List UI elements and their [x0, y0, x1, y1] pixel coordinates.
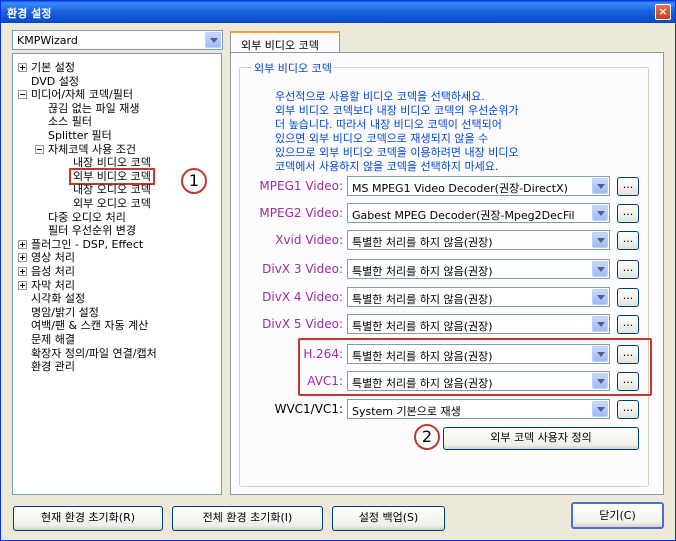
- tree-item[interactable]: 외부 비디오 코덱: [69, 167, 155, 185]
- tree-item[interactable]: 기본 설정: [31, 61, 75, 74]
- expand-plus-icon[interactable]: [18, 280, 27, 290]
- codec-options-button[interactable]: ...: [617, 231, 639, 250]
- codec-options-button[interactable]: ...: [617, 260, 639, 279]
- tree-item[interactable]: 문제 해결: [31, 333, 75, 346]
- codec-select[interactable]: System 기본으로 재생: [347, 399, 610, 419]
- group-description: 우선적으로 사용할 비디오 코덱을 선택하세요. 외부 비디오 코덱보다 내장 …: [275, 90, 519, 173]
- expand-plus-icon[interactable]: [18, 267, 27, 276]
- chevron-down-icon[interactable]: [592, 205, 608, 221]
- reset-current-button[interactable]: 현재 환경 초기화(R): [13, 506, 163, 531]
- codec-select-value: 특별한 처리를 하지 않음(권장): [352, 265, 493, 278]
- settings-tree[interactable]: 기본 설정 DVD 설정 미디어/자체 코덱/필터 끊김 없는 파일 재생 소스 필터 S…: [12, 53, 222, 495]
- tree-item[interactable]: 명암/밝기 설정: [31, 306, 99, 319]
- chevron-down-icon[interactable]: [592, 401, 608, 417]
- codec-label: MPEG2 Video:: [259, 206, 343, 220]
- expand-plus-icon[interactable]: [18, 63, 27, 72]
- group-title: 외부 비디오 코덱: [252, 60, 334, 76]
- codec-options-button[interactable]: ...: [617, 288, 639, 307]
- codec-label: WVC1/VC1:: [274, 402, 343, 416]
- codec-label: DivX 4 Video:: [262, 290, 343, 304]
- window-title: 환경 설정: [7, 7, 52, 20]
- codec-label: DivX 5 Video:: [262, 317, 343, 331]
- tree-item[interactable]: 다중 오디오 처리: [48, 211, 126, 224]
- backup-button[interactable]: 설정 백업(S): [332, 506, 445, 531]
- collapse-minus-icon[interactable]: [18, 90, 27, 100]
- codec-select[interactable]: 특별한 처리를 하지 않음(권장): [347, 259, 610, 279]
- custom-codec-button[interactable]: 외부 코덱 사용자 정의: [443, 427, 639, 450]
- skin-select-value: KMPWizard: [17, 34, 78, 47]
- tree-item[interactable]: 여백/팬 & 스캔 자동 계산: [31, 319, 148, 332]
- tree-item[interactable]: 내장 오디오 코덱: [73, 183, 151, 196]
- codec-select[interactable]: 특별한 처리를 하지 않음(권장): [347, 287, 610, 307]
- settings-window: 환경 설정 × KMPWizard 기본 설정 DVD 설정 미디어/자체 코덱/필…: [0, 0, 676, 541]
- skin-select[interactable]: KMPWizard: [12, 30, 223, 50]
- codec-select-value: Gabest MPEG Decoder(권장-Mpeg2DecFil: [352, 209, 575, 222]
- codec-select[interactable]: MS MPEG1 Video Decoder(권장-DirectX): [347, 176, 610, 196]
- codec-label: DivX 3 Video:: [262, 262, 343, 276]
- tree-item[interactable]: 외부 오디오 코덱: [73, 197, 151, 210]
- tree-item[interactable]: DVD 설정: [31, 75, 79, 88]
- h264-avc1-highlight: [298, 338, 652, 396]
- codec-select[interactable]: 특별한 처리를 하지 않음(권장): [347, 230, 610, 250]
- chevron-down-icon[interactable]: [592, 232, 608, 248]
- codec-options-button[interactable]: ...: [617, 315, 639, 334]
- chevron-down-icon[interactable]: [592, 316, 608, 332]
- codec-select[interactable]: Gabest MPEG Decoder(권장-Mpeg2DecFil: [347, 203, 610, 223]
- tab-label: 외부 비디오 코덱: [241, 39, 319, 52]
- codec-label: MPEG1 Video:: [259, 179, 343, 193]
- close-window-button[interactable]: ×: [655, 4, 671, 20]
- tree-item[interactable]: 미디어/자체 코덱/필터: [31, 88, 133, 101]
- codec-options-button[interactable]: ...: [617, 204, 639, 223]
- codec-label: Xvid Video:: [275, 233, 343, 247]
- tree-item[interactable]: Splitter 필터: [48, 129, 112, 142]
- expand-plus-icon[interactable]: [18, 253, 27, 263]
- expand-plus-icon[interactable]: [18, 239, 27, 249]
- tree-item[interactable]: 시각화 설정: [31, 292, 85, 305]
- tree-item[interactable]: 확장자 정의/파일 연결/캡처: [31, 347, 157, 360]
- tree-item[interactable]: 소스 필터: [48, 115, 92, 128]
- tree-item[interactable]: 자체코덱 사용 조건: [48, 143, 136, 156]
- codec-options-button[interactable]: ...: [617, 177, 639, 196]
- chevron-down-icon[interactable]: [205, 32, 221, 48]
- codec-select-value: 특별한 처리를 하지 않음(권장): [352, 320, 493, 333]
- chevron-down-icon[interactable]: [592, 261, 608, 277]
- tree-item[interactable]: 자막 처리: [31, 279, 75, 292]
- tree-item[interactable]: 끊김 없는 파일 재생: [48, 102, 139, 115]
- codec-select-value: 특별한 처리를 하지 않음(권장): [352, 236, 493, 249]
- codec-select-value: 특별한 처리를 하지 않음(권장): [352, 293, 493, 306]
- reset-all-button[interactable]: 전체 환경 초기화(I): [172, 506, 323, 531]
- tree-item[interactable]: 필터 우선순위 변경: [48, 224, 136, 237]
- codec-select[interactable]: 특별한 처리를 하지 않음(권장): [347, 314, 610, 334]
- tree-item[interactable]: 음성 처리: [31, 265, 75, 278]
- chevron-down-icon[interactable]: [592, 178, 608, 194]
- codec-select-value: MS MPEG1 Video Decoder(권장-DirectX): [352, 182, 568, 195]
- codec-select-value: System 기본으로 재생: [352, 405, 461, 418]
- collapse-minus-icon[interactable]: [35, 144, 44, 154]
- close-button[interactable]: 닫기(C): [571, 502, 664, 529]
- tab-external-video-codec[interactable]: 외부 비디오 코덱: [230, 31, 340, 53]
- tree-item[interactable]: 환경 관리: [31, 360, 75, 373]
- tree-item[interactable]: 플러그인 - DSP, Effect: [31, 238, 143, 251]
- callout-1: 1: [181, 168, 207, 194]
- chevron-down-icon[interactable]: [592, 289, 608, 305]
- codec-options-button[interactable]: ...: [617, 400, 639, 419]
- tree-item[interactable]: 영상 처리: [31, 251, 75, 264]
- callout-2: 2: [414, 424, 440, 450]
- title-bar[interactable]: 환경 설정 ×: [1, 1, 675, 23]
